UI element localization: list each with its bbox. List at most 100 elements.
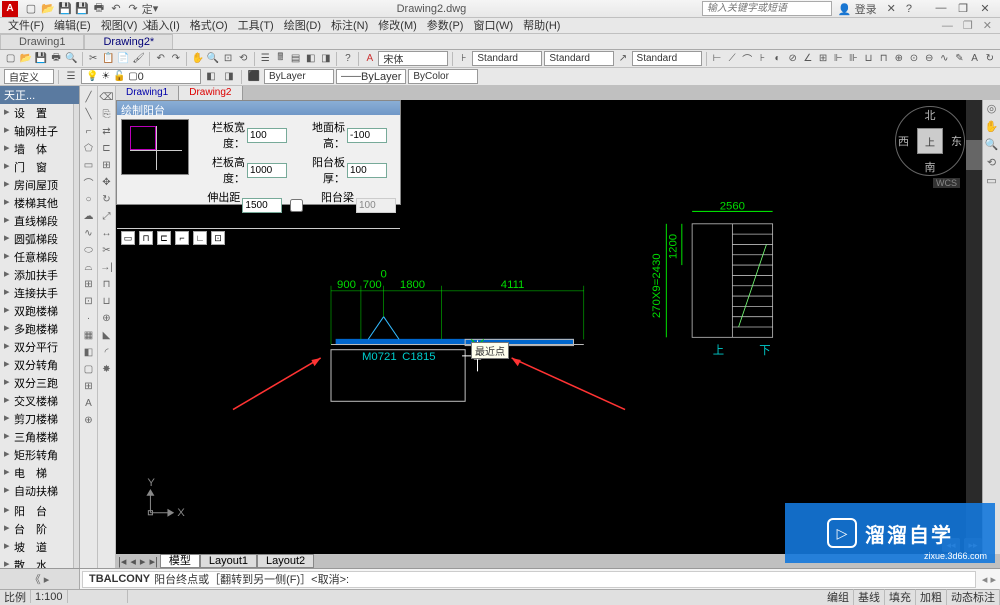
command-expand-icon[interactable]: ◂ ▸ (978, 573, 1000, 586)
help-icon[interactable]: ? (906, 3, 912, 15)
chk-ytlg[interactable] (290, 199, 303, 212)
font-a-icon[interactable]: A (363, 51, 376, 67)
tool-zoomwin-icon[interactable]: ⊡ (222, 51, 235, 67)
lineweight-combo[interactable]: ByColor (408, 69, 478, 84)
workspace-combo[interactable]: 自定义 (4, 69, 54, 84)
status-baseline[interactable]: 基线 (854, 589, 885, 605)
tangent-menu-item[interactable]: ▸剪刀楼梯 (0, 410, 73, 428)
copy-icon[interactable]: ⎘ (99, 106, 115, 122)
color-combo[interactable]: ByLayer (264, 69, 334, 84)
dim-edit-icon[interactable]: ✎ (953, 51, 966, 67)
qat-print-icon[interactable]: 🖶 (92, 2, 106, 16)
linetype-combo[interactable]: —— ByLayer (336, 69, 406, 84)
status-scale[interactable]: 1:100 (31, 590, 68, 603)
qat-save-icon[interactable]: 💾 (58, 2, 72, 16)
fillet-icon[interactable]: ◜ (99, 344, 115, 360)
layer-manager-icon[interactable]: ☰ (63, 69, 79, 85)
menu-help[interactable]: 帮助(H) (519, 18, 564, 33)
tangent-menu-list[interactable]: ▸设 置▸轴网柱子▸墙 体▸门 窗▸房间屋顶▸楼梯其他▸直线梯段▸圆弧梯段▸任意… (0, 104, 73, 568)
nav-orbit-icon[interactable]: ⟲ (984, 156, 1000, 172)
layout-tab-model[interactable]: 模型 (160, 554, 200, 568)
qat-new-icon[interactable]: ▢ (24, 2, 38, 16)
erase-icon[interactable]: ⌫ (99, 89, 115, 105)
tangent-menu-item[interactable]: ▸阳 台 (0, 502, 73, 520)
menu-edit[interactable]: 编辑(E) (50, 18, 95, 33)
restore-button[interactable]: ❐ (954, 2, 972, 15)
tangent-menu-item[interactable]: ▸任意梯段 (0, 248, 73, 266)
table-icon[interactable]: ⊞ (81, 378, 97, 394)
tangent-menu-item[interactable]: ▸坡 道 (0, 538, 73, 556)
tangent-menu-item[interactable]: ▸交叉楼梯 (0, 392, 73, 410)
break2-icon[interactable]: ⊔ (99, 293, 115, 309)
status-group[interactable]: 编组 (823, 589, 854, 605)
point-icon[interactable]: · (81, 310, 97, 326)
dim-tedit-icon[interactable]: A (968, 51, 981, 67)
tangent-menu-item[interactable]: ▸房间屋顶 (0, 176, 73, 194)
tool-help-icon[interactable]: ? (341, 51, 354, 67)
layer-combo[interactable]: 💡 ☀ 🔓 ▢ 0 (81, 69, 201, 84)
tangent-menu-item[interactable]: ▸双分转角 (0, 356, 73, 374)
input-ytbh[interactable] (347, 163, 387, 178)
tangent-menu-item[interactable]: ▸墙 体 (0, 140, 73, 158)
status-dyndim[interactable]: 动态标注 (947, 589, 1000, 605)
move-icon[interactable]: ✥ (99, 174, 115, 190)
menu-file[interactable]: 文件(F) (4, 18, 48, 33)
tool-redo-icon[interactable]: ↷ (169, 51, 182, 67)
close-button[interactable]: ✕ (976, 2, 994, 15)
menu-param[interactable]: 参数(P) (423, 18, 468, 33)
revcloud-icon[interactable]: ☁ (81, 208, 97, 224)
rotate-icon[interactable]: ↻ (99, 191, 115, 207)
circle-icon[interactable]: ○ (81, 191, 97, 207)
dim-space-icon[interactable]: ⊔ (862, 51, 875, 67)
input-dmbh[interactable] (347, 128, 387, 143)
tool-undo-icon[interactable]: ↶ (154, 51, 167, 67)
region-icon[interactable]: ▢ (81, 361, 97, 377)
dlg-mode1-icon[interactable]: ▭ (121, 231, 135, 245)
rectangle-icon[interactable]: ▭ (81, 157, 97, 173)
tablestyle-combo[interactable]: Standard (544, 51, 614, 66)
dim-ord-icon[interactable]: ⊦ (756, 51, 769, 67)
input-lbwidth[interactable] (247, 128, 287, 143)
tool-pan-icon[interactable]: ✋ (191, 51, 204, 67)
input-shenchu[interactable] (242, 198, 282, 213)
qat-redo-icon[interactable]: ↷ (126, 2, 140, 16)
tool-open-icon[interactable]: 📂 (19, 51, 32, 67)
trim-icon[interactable]: ✂ (99, 242, 115, 258)
tool-tool1-icon[interactable]: ◧ (304, 51, 317, 67)
tangent-menu-item[interactable]: ▸连接扶手 (0, 284, 73, 302)
tangent-menu-item[interactable]: ▸门 窗 (0, 158, 73, 176)
tangent-menu-item[interactable]: ▸楼梯其他 (0, 194, 73, 212)
ellipse-icon[interactable]: ⬭ (81, 242, 97, 258)
mleaderstyle-combo[interactable]: Standard (632, 51, 702, 66)
dim-diameter-icon[interactable]: ⊘ (786, 51, 799, 67)
dim-linear-icon[interactable]: ⊢ (710, 51, 723, 67)
offset-icon[interactable]: ⊏ (99, 140, 115, 156)
dim-angular-icon[interactable]: ∠ (801, 51, 814, 67)
dim-continue-icon[interactable]: ⊪ (847, 51, 860, 67)
doc-restore-icon[interactable]: ❐ (959, 18, 977, 33)
menu-modify[interactable]: 修改(M) (374, 18, 421, 33)
dimstyle-combo[interactable]: Standard (472, 51, 542, 66)
file-tab-1[interactable]: Drawing1 (116, 86, 179, 100)
dim-arc-icon[interactable]: ⌒ (741, 51, 754, 67)
menu-draw[interactable]: 绘图(D) (280, 18, 325, 33)
dim-radius-icon[interactable]: ◐ (771, 51, 784, 67)
tangent-menu-item[interactable]: ▸自动扶梯 (0, 482, 73, 500)
line-icon[interactable]: ╱ (81, 89, 97, 105)
tangent-menu-item[interactable]: ▸双分三跑 (0, 374, 73, 392)
search-input[interactable] (702, 1, 832, 16)
extend-icon[interactable]: →| (99, 259, 115, 275)
doc-tab-2[interactable]: Drawing2* (84, 34, 173, 49)
stretch-icon[interactable]: ↔ (99, 225, 115, 241)
dim-baseline-icon[interactable]: ⊩ (832, 51, 845, 67)
block-icon[interactable]: ⊡ (81, 293, 97, 309)
dim-quick-icon[interactable]: ⊞ (816, 51, 829, 67)
menu-tools[interactable]: 工具(T) (234, 18, 278, 33)
viewcube-top[interactable]: 上 (917, 128, 943, 154)
dlg-mode6-icon[interactable]: ⊡ (211, 231, 225, 245)
insert-icon[interactable]: ⊞ (81, 276, 97, 292)
status-bold[interactable]: 加粗 (916, 589, 947, 605)
tool-cut-icon[interactable]: ✂ (87, 51, 100, 67)
dim-break-icon[interactable]: ⊓ (877, 51, 890, 67)
command-prompt[interactable]: TBALCONY 阳台终点或［翻转到另一侧(F)］<取消>: (82, 571, 976, 588)
